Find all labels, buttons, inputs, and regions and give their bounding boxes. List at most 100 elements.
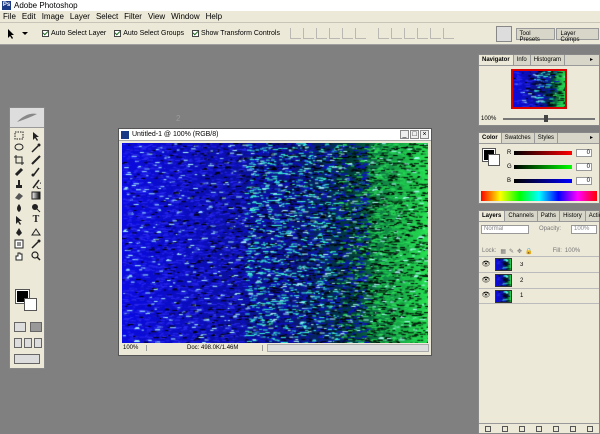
green-value[interactable]: 0 xyxy=(576,163,592,171)
distribute-center-icon[interactable] xyxy=(429,28,441,39)
color-ramp[interactable] xyxy=(481,191,597,201)
close-button[interactable]: × xyxy=(420,130,429,139)
auto-select-layer-checkbox[interactable]: Auto Select Layer xyxy=(42,30,106,37)
lock-all-icon[interactable]: 🔒 xyxy=(525,248,532,255)
gradient-tool-icon[interactable] xyxy=(29,190,43,201)
lock-transparency-icon[interactable]: ▦ xyxy=(500,248,506,255)
lock-position-icon[interactable]: ✥ xyxy=(517,248,522,255)
tab-actions[interactable]: Actions xyxy=(586,211,600,221)
zoom-level[interactable]: 100% xyxy=(121,345,147,351)
menu-help[interactable]: Help xyxy=(203,12,225,21)
navigator-thumbnail[interactable] xyxy=(511,69,567,109)
trash-icon[interactable] xyxy=(587,425,594,432)
tab-swatches[interactable]: Swatches xyxy=(502,133,535,143)
menu-filter[interactable]: Filter xyxy=(121,12,145,21)
layer-row[interactable]: 👁 3 xyxy=(479,256,599,272)
minimize-button[interactable]: _ xyxy=(400,130,409,139)
align-right-icon[interactable] xyxy=(354,28,366,39)
layer-mask-icon[interactable] xyxy=(518,425,525,432)
eyedropper-tool-icon[interactable] xyxy=(29,238,43,249)
tab-tool-presets[interactable]: Tool Presets xyxy=(515,28,556,43)
menu-edit[interactable]: Edit xyxy=(19,12,39,21)
blend-mode-select[interactable]: Normal xyxy=(481,225,529,234)
standard-mode-icon[interactable] xyxy=(14,322,26,332)
imageready-icon[interactable] xyxy=(14,354,40,364)
background-color-swatch[interactable] xyxy=(24,298,37,311)
slider-knob[interactable] xyxy=(544,115,549,122)
document-size-info[interactable]: Doc: 498.0K/1.46M xyxy=(147,345,263,351)
blue-value[interactable]: 0 xyxy=(576,177,592,185)
align-top-icon[interactable] xyxy=(289,28,301,39)
shape-tool-icon[interactable] xyxy=(29,226,43,237)
distribute-bottom-icon[interactable] xyxy=(403,28,415,39)
blur-tool-icon[interactable] xyxy=(12,202,26,213)
hand-tool-icon[interactable] xyxy=(12,250,26,261)
file-browser-icon[interactable] xyxy=(496,26,512,42)
tab-layers[interactable]: Layers xyxy=(479,211,506,221)
menu-layer[interactable]: Layer xyxy=(67,12,93,21)
align-bottom-icon[interactable] xyxy=(315,28,327,39)
tool-preset-picker[interactable] xyxy=(6,26,34,42)
menu-image[interactable]: Image xyxy=(39,12,67,21)
slice-tool-icon[interactable] xyxy=(29,154,43,165)
brush-tool-icon[interactable] xyxy=(29,166,43,177)
adobe-online-button[interactable] xyxy=(10,108,44,128)
clone-stamp-tool-icon[interactable] xyxy=(12,178,26,189)
new-layer-icon[interactable] xyxy=(570,425,577,432)
align-left-icon[interactable] xyxy=(328,28,340,39)
tab-history[interactable]: History xyxy=(560,211,586,221)
link-layers-icon[interactable] xyxy=(484,425,491,432)
new-group-icon[interactable] xyxy=(553,425,560,432)
full-screen-menu-icon[interactable] xyxy=(24,338,32,348)
show-transform-checkbox[interactable]: Show Transform Controls xyxy=(191,30,280,37)
green-slider[interactable] xyxy=(514,165,572,169)
notes-tool-icon[interactable] xyxy=(12,238,26,249)
distribute-right-icon[interactable] xyxy=(442,28,454,39)
eye-icon[interactable]: 👁 xyxy=(481,276,491,286)
layer-style-icon[interactable] xyxy=(501,425,508,432)
eye-icon[interactable]: 👁 xyxy=(481,291,491,301)
menu-file[interactable]: File xyxy=(0,12,19,21)
menu-view[interactable]: View xyxy=(145,12,168,21)
path-selection-tool-icon[interactable] xyxy=(12,214,26,225)
dodge-tool-icon[interactable] xyxy=(29,202,43,213)
distribute-middle-icon[interactable] xyxy=(390,28,402,39)
healing-brush-tool-icon[interactable] xyxy=(12,166,26,177)
adjustment-layer-icon[interactable] xyxy=(535,425,542,432)
tab-color[interactable]: Color xyxy=(479,133,502,143)
eraser-tool-icon[interactable] xyxy=(12,190,26,201)
history-brush-tool-icon[interactable] xyxy=(29,178,43,189)
panel-menu-icon[interactable]: ▸ xyxy=(590,135,597,142)
navigator-zoom-slider[interactable] xyxy=(503,115,595,122)
tab-layer-comps[interactable]: Layer Comps xyxy=(556,28,599,43)
color-background-swatch[interactable] xyxy=(488,154,500,166)
pen-tool-icon[interactable] xyxy=(12,226,26,237)
eye-icon[interactable]: 👁 xyxy=(481,260,491,270)
menu-window[interactable]: Window xyxy=(168,12,202,21)
blue-slider[interactable] xyxy=(514,179,572,183)
horizontal-scrollbar[interactable] xyxy=(267,344,429,352)
layer-row[interactable]: 👁 2 xyxy=(479,272,599,288)
red-value[interactable]: 0 xyxy=(576,149,592,157)
magic-wand-tool-icon[interactable] xyxy=(29,142,43,153)
quick-mask-mode-icon[interactable] xyxy=(30,322,42,332)
menu-select[interactable]: Select xyxy=(93,12,121,21)
full-screen-icon[interactable] xyxy=(34,338,42,348)
red-slider[interactable] xyxy=(514,151,572,155)
tab-info[interactable]: Info xyxy=(514,55,531,65)
fill-value[interactable]: 100% xyxy=(565,248,580,254)
tab-histogram[interactable]: Histogram xyxy=(531,55,566,65)
marquee-tool-icon[interactable] xyxy=(12,130,26,141)
document-title-bar[interactable]: Untitled-1 @ 100% (RGB/8) _ □ × xyxy=(119,129,431,141)
distribute-top-icon[interactable] xyxy=(377,28,389,39)
navigator-zoom-value[interactable]: 100% xyxy=(481,116,499,122)
panel-menu-icon[interactable]: ▸ xyxy=(590,57,597,64)
standard-screen-icon[interactable] xyxy=(14,338,22,348)
tab-navigator[interactable]: Navigator xyxy=(479,55,514,65)
tab-channels[interactable]: Channels xyxy=(505,211,538,221)
layer-row[interactable]: 👁 1 xyxy=(479,288,599,304)
crop-tool-icon[interactable] xyxy=(12,154,26,165)
tab-paths[interactable]: Paths xyxy=(538,211,561,221)
opacity-value[interactable]: 100% xyxy=(571,225,597,234)
move-tool-icon[interactable] xyxy=(29,130,43,141)
